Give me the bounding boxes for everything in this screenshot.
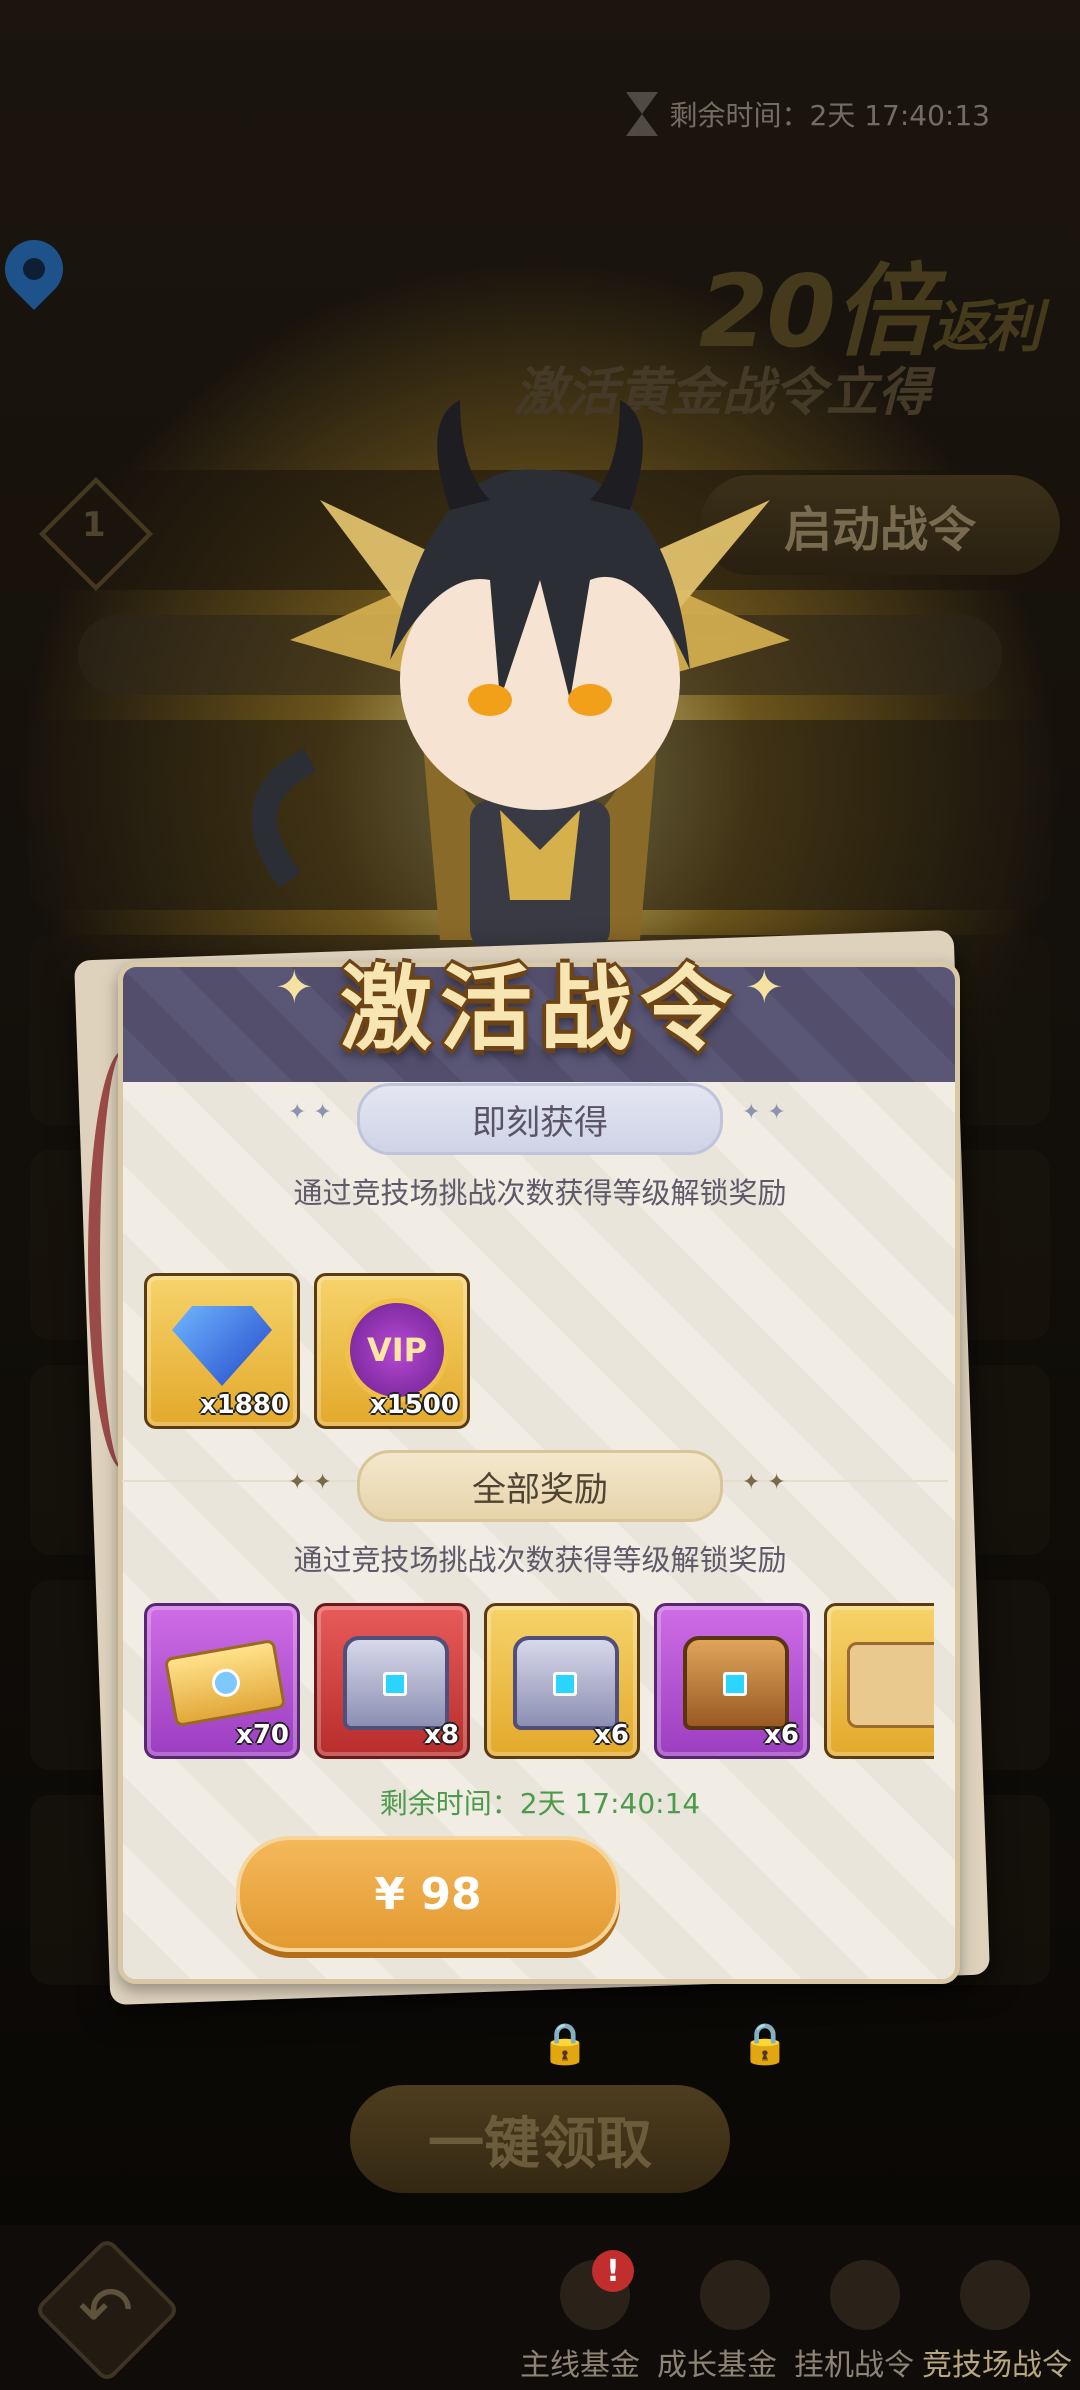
pill-decoration-icon: ✦ ✦: [742, 1470, 786, 1495]
silver-chest-icon: [343, 1636, 449, 1730]
reward-qty: x8: [424, 1720, 459, 1750]
reward-item-wooden-chest[interactable]: x6: [654, 1603, 810, 1759]
pill-decoration-icon: ✦ ✦: [288, 1470, 332, 1495]
ticket-icon: [163, 1638, 287, 1728]
arena-pass-icon: [960, 2260, 1030, 2330]
nav-growth-fund[interactable]: 成长基金: [657, 2340, 777, 2384]
vip-icon: VIP: [345, 1298, 449, 1402]
instant-rewards-list: x1880 VIP x1500: [144, 1273, 470, 1429]
reward-item-silver-chest[interactable]: x6: [484, 1603, 640, 1759]
reward-qty: x70: [236, 1720, 289, 1750]
reward-qty: x6: [594, 1720, 629, 1750]
reward-item-diamond[interactable]: x1880: [144, 1273, 300, 1429]
scroll-icon: [847, 1642, 934, 1728]
reward-qty: x1880: [199, 1390, 289, 1420]
instant-rewards-label: 即刻获得: [357, 1083, 723, 1155]
all-rewards-label: 全部奖励: [357, 1450, 723, 1522]
dialog-timer: 剩余时间：2天 17:40:14: [379, 1787, 701, 1820]
growth-fund-icon: [700, 2260, 770, 2330]
lock-icon: 🔒: [540, 2021, 590, 2067]
reward-item-scroll[interactable]: x: [824, 1603, 934, 1759]
idle-pass-icon: [830, 2260, 900, 2330]
notification-badge: !: [592, 2250, 634, 2292]
wooden-chest-icon: [683, 1636, 789, 1730]
purchase-button[interactable]: ¥ 98: [236, 1836, 620, 1952]
instant-rewards-desc: 通过竞技场挑战次数获得等级解锁奖励: [293, 1176, 787, 1210]
collect-all-button[interactable]: 一键领取: [350, 2085, 730, 2193]
pill-decoration-icon: ✦ ✦: [742, 1100, 786, 1125]
pill-decoration-icon: ✦ ✦: [288, 1100, 332, 1125]
nav-main-fund[interactable]: 主线基金: [520, 2340, 640, 2384]
reward-item-ticket[interactable]: x70: [144, 1603, 300, 1759]
reward-qty: x6: [764, 1720, 799, 1750]
diamond-icon: [172, 1306, 272, 1386]
nav-idle-pass[interactable]: 挂机战令: [794, 2340, 914, 2384]
reward-qty: x1500: [369, 1390, 459, 1420]
all-rewards-list: x70 x8 x6 x6 x: [144, 1603, 934, 1759]
reward-item-vip[interactable]: VIP x1500: [314, 1273, 470, 1429]
nav-arena-pass[interactable]: 竞技场战令: [922, 2340, 1072, 2384]
all-rewards-desc: 通过竞技场挑战次数获得等级解锁奖励: [293, 1543, 787, 1577]
silver-chest-icon: [513, 1636, 619, 1730]
lock-icon: 🔒: [740, 2021, 790, 2067]
back-arrow-icon: ↶: [78, 2272, 134, 2349]
all-rewards-scroll[interactable]: x70 x8 x6 x6 x: [144, 1603, 934, 1763]
hero-character: [251, 400, 790, 950]
reward-item-silver-chest[interactable]: x8: [314, 1603, 470, 1759]
dialog-title: 激活战令: [339, 956, 740, 1063]
